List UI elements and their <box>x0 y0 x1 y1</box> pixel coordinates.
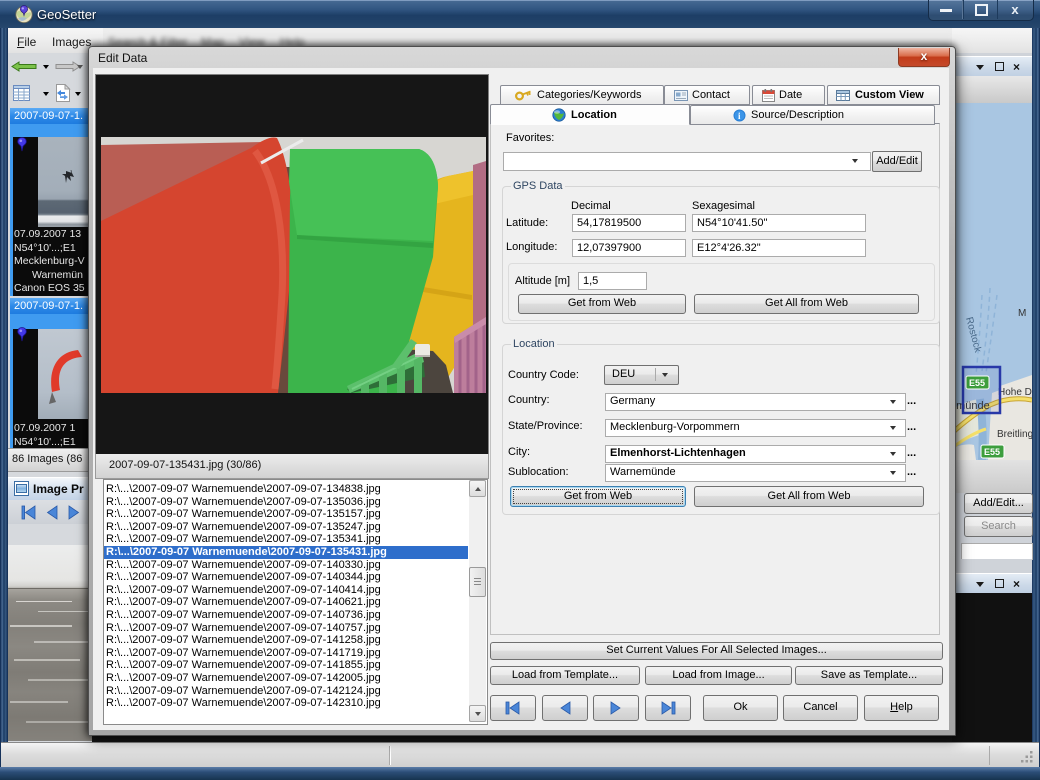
svg-text:Breitling: Breitling <box>997 429 1032 440</box>
svg-text:E55: E55 <box>969 378 985 388</box>
svg-text:M: M <box>1018 308 1026 319</box>
svg-text:Hohe D: Hohe D <box>998 387 1032 398</box>
svg-text:E55: E55 <box>984 447 1000 457</box>
